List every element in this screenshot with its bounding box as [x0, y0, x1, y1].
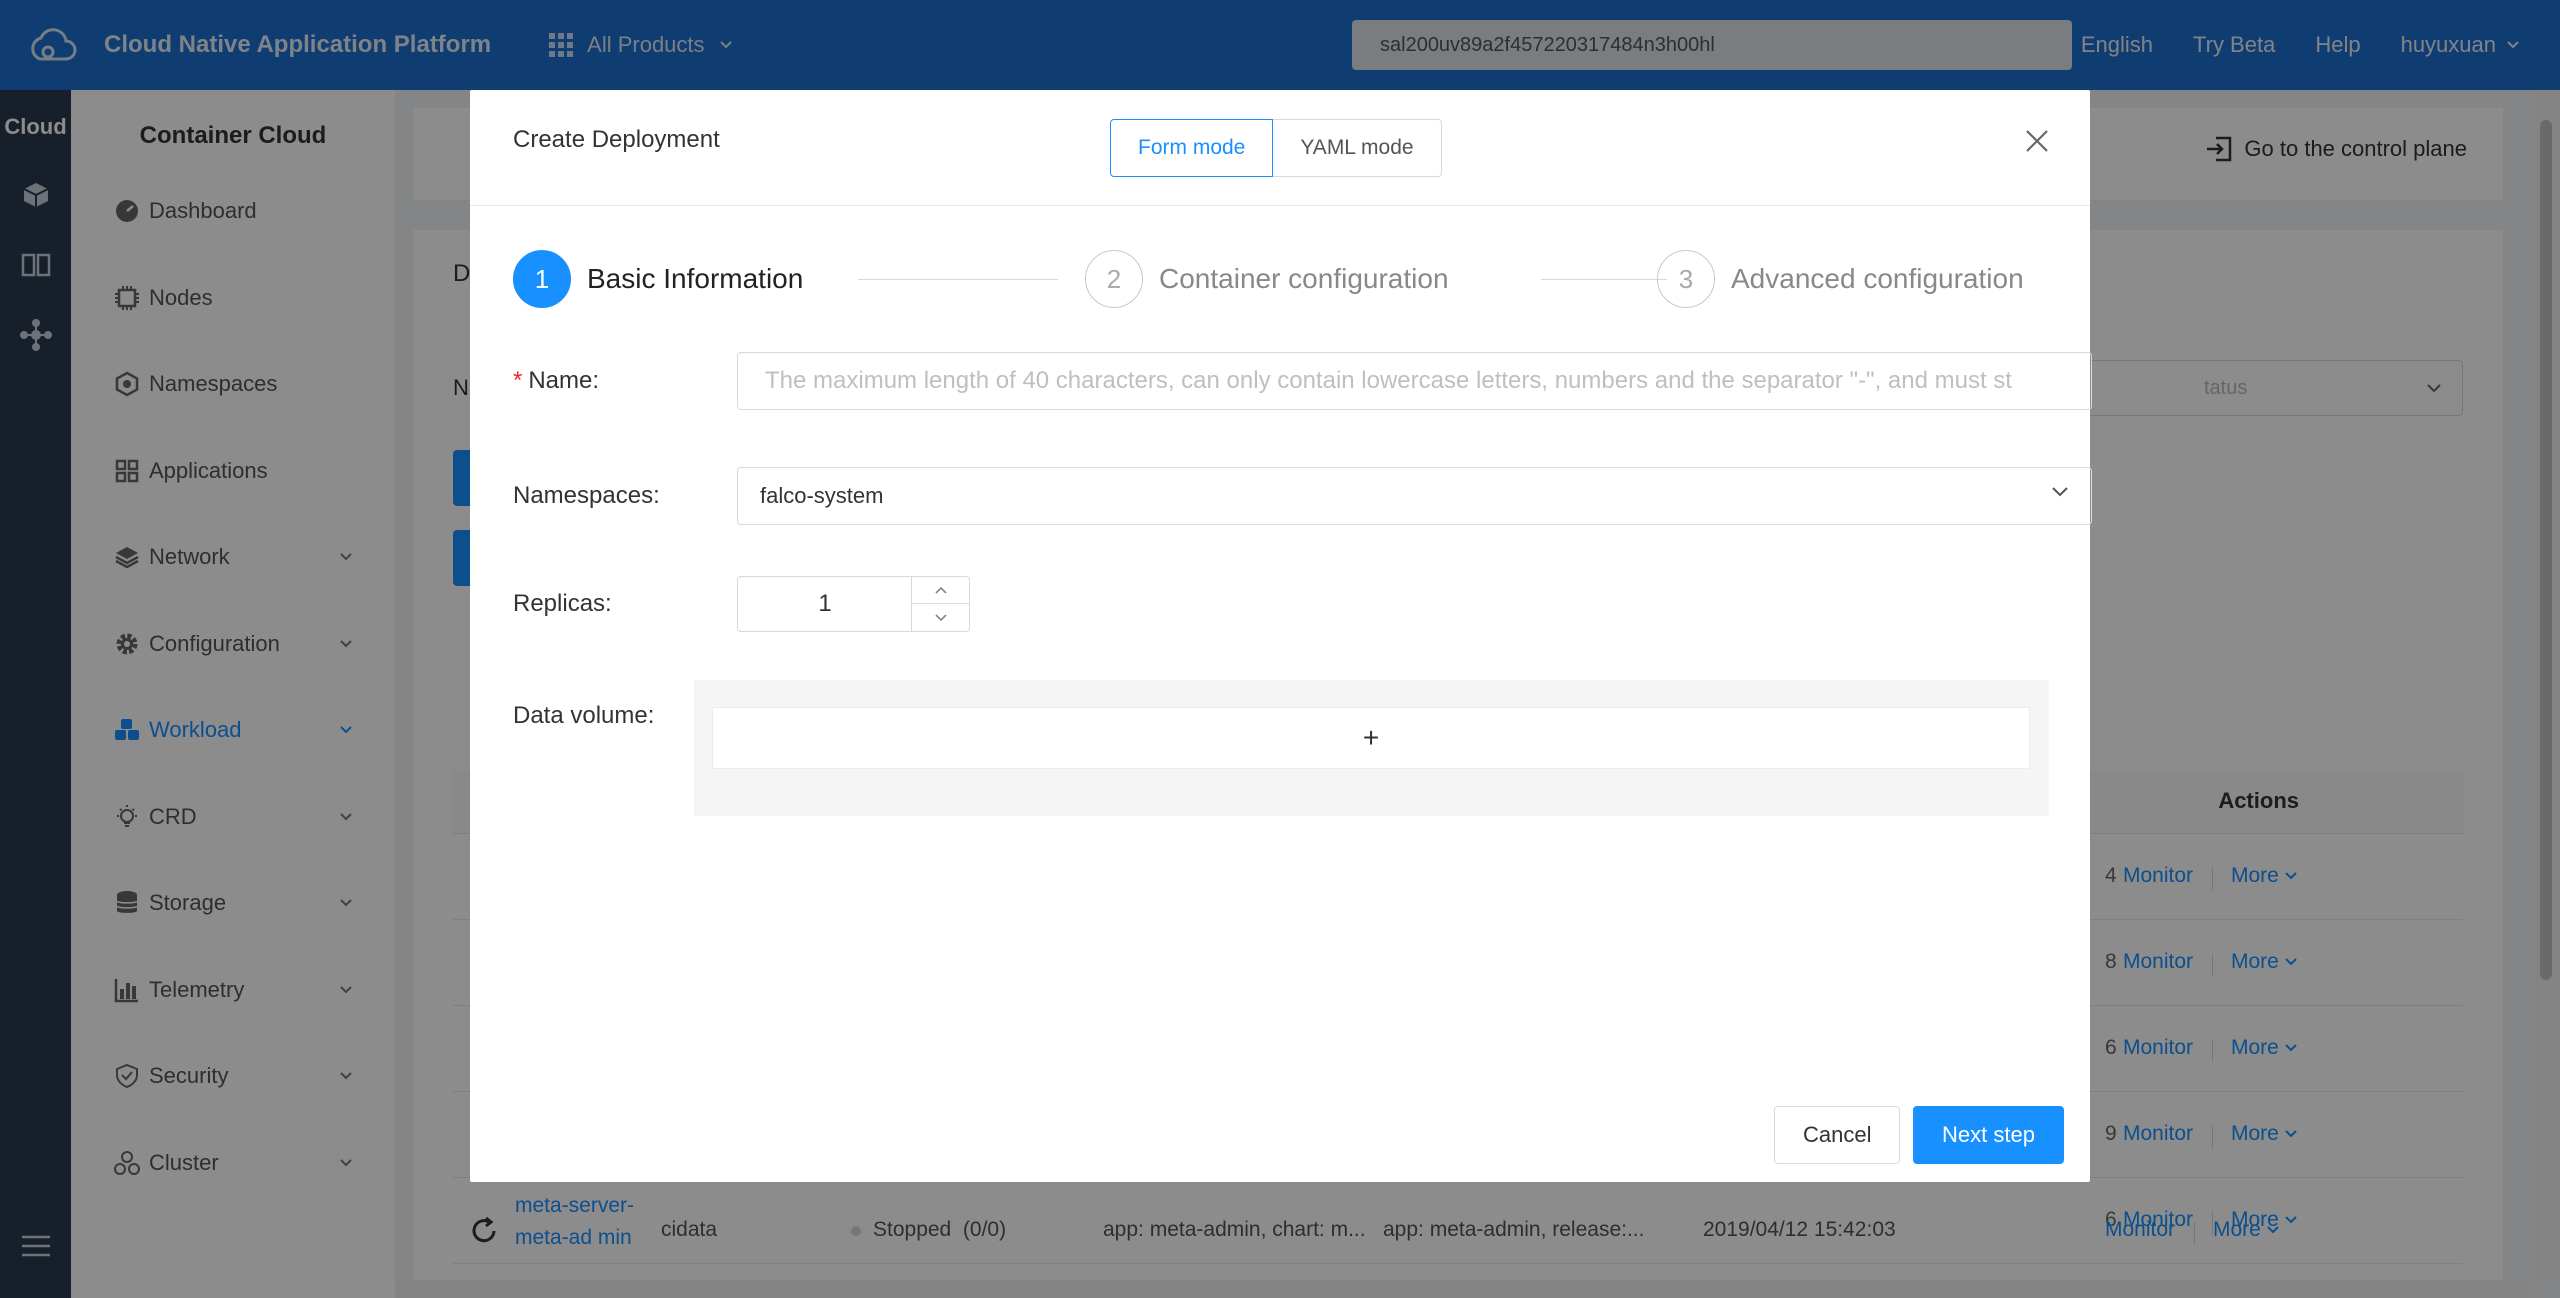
namespace-label: Namespaces: [513, 482, 660, 509]
chevron-up-icon[interactable] [912, 577, 969, 604]
step-label: Basic Information [587, 263, 804, 294]
step-basic-information: 1 Basic Information [513, 250, 803, 308]
stepper-controls [911, 577, 969, 631]
replicas-row: Replicas: 1 [513, 576, 970, 632]
step-label: Container configuration [1159, 263, 1449, 294]
replicas-input[interactable]: 1 [738, 577, 912, 631]
step-number: 2 [1085, 250, 1143, 308]
name-row: * Name: The maximum length of 40 characte… [513, 352, 2092, 410]
mode-switch: Form mode YAML mode [1110, 119, 1442, 177]
namespace-select[interactable]: falco-system [737, 467, 2092, 525]
data-volume-label: Data volume: [513, 702, 655, 729]
namespace-row: Namespaces: falco-system [513, 467, 2092, 525]
close-icon[interactable] [2022, 126, 2052, 156]
step-advanced-configuration: 3 Advanced configuration [1657, 250, 2024, 308]
step-connector [858, 279, 1058, 280]
replicas-label: Replicas: [513, 590, 612, 617]
yaml-mode-button[interactable]: YAML mode [1273, 119, 1442, 177]
step-number: 1 [513, 250, 571, 308]
replicas-stepper[interactable]: 1 [737, 576, 970, 632]
step-number: 3 [1657, 250, 1715, 308]
dialog-header: Create Deployment Form mode YAML mode [470, 90, 2090, 206]
next-step-button[interactable]: Next step [1913, 1106, 2064, 1164]
dialog-title: Create Deployment [513, 126, 720, 153]
steps: 1 Basic Information 2 Container configur… [513, 250, 2053, 310]
name-label-text: Name: [528, 367, 600, 394]
data-volume-panel: + [694, 680, 2049, 816]
step-label: Advanced configuration [1731, 263, 2024, 294]
name-input[interactable]: The maximum length of 40 characters, can… [737, 352, 2092, 410]
chevron-down-icon[interactable] [912, 604, 969, 631]
form-mode-button[interactable]: Form mode [1110, 119, 1274, 177]
name-label: * Name: [513, 367, 693, 395]
data-volume-row: Data volume: [513, 702, 693, 730]
required-mark: * [513, 367, 523, 394]
create-deployment-dialog: Create Deployment Form mode YAML mode 1 … [470, 90, 2092, 1182]
chevron-down-icon [2052, 487, 2068, 497]
step-container-configuration: 2 Container configuration [1085, 250, 1449, 308]
namespace-value: falco-system [760, 483, 884, 508]
add-volume-button[interactable]: + [712, 707, 2030, 769]
cancel-button[interactable]: Cancel [1774, 1106, 1901, 1164]
step-connector [1541, 279, 1667, 280]
